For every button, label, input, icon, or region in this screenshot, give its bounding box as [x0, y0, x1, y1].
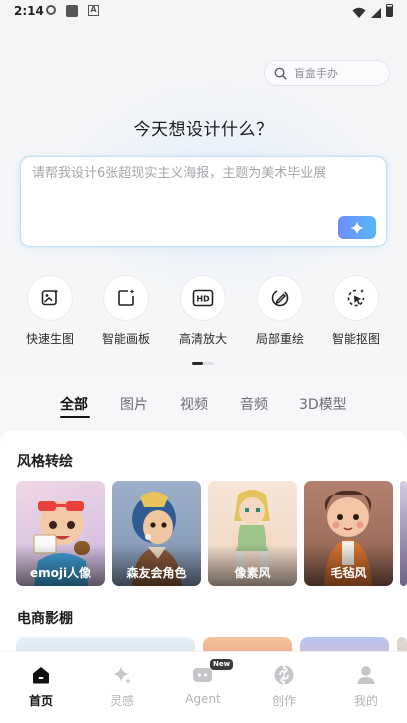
next-card-image	[400, 481, 407, 586]
tool-label: 智能抠图	[331, 332, 380, 346]
generate-button[interactable]	[338, 216, 376, 239]
style-card-caption: 森友会角色	[126, 566, 187, 580]
tool-quick-image[interactable]: 快速生图	[15, 275, 85, 347]
prompt-input[interactable]	[32, 165, 372, 215]
style-card-caption: emoji人像	[29, 566, 92, 580]
style-card-caption: 毛毡风	[330, 566, 367, 580]
tool-row: 快速生图 智能画板 HD 高清放大 局部重绘 智能抠图	[0, 275, 407, 355]
nav-inspiration[interactable]: 灵感	[92, 664, 152, 709]
inspiration-icon	[111, 664, 133, 686]
style-card-peek[interactable]	[400, 481, 407, 586]
status-bar: 2:14 A	[0, 0, 407, 24]
style-card-pixel[interactable]: 像素风	[208, 481, 297, 586]
tool-label: 高清放大	[178, 332, 227, 346]
nav-agent[interactable]: New Agent	[173, 659, 234, 706]
nav-label: 创作	[271, 694, 296, 708]
new-badge: New	[210, 659, 234, 670]
tab-video[interactable]: 视频	[180, 394, 208, 414]
nav-create[interactable]: 创作	[254, 664, 314, 709]
create-icon	[273, 664, 295, 686]
app-status-icon	[66, 5, 78, 17]
svg-text:HD: HD	[196, 295, 210, 304]
sparkle-icon	[350, 221, 364, 234]
tool-smart-cutout[interactable]: 智能抠图	[321, 275, 391, 347]
style-card-emoji[interactable]: emoji人像	[16, 481, 105, 586]
profile-icon	[355, 664, 377, 686]
tool-smart-canvas[interactable]: 智能画板	[91, 275, 161, 347]
nav-label: 首页	[28, 694, 53, 708]
smart-cutout-icon	[333, 275, 379, 321]
a-status-icon: A	[88, 5, 99, 16]
tool-label: 快速生图	[25, 332, 74, 346]
tab-image[interactable]: 图片	[120, 394, 148, 414]
style-card-animal-crossing[interactable]: 森友会角色	[112, 481, 201, 586]
tab-audio[interactable]: 音频	[240, 394, 268, 414]
battery-icon	[386, 4, 393, 17]
tab-all[interactable]: 全部	[60, 394, 88, 414]
nav-profile[interactable]: 我的	[336, 664, 396, 709]
page-headline: 今天想设计什么？	[133, 120, 274, 140]
nav-label: Agent	[185, 692, 221, 706]
agent-icon: New	[192, 659, 234, 686]
style-card-felt[interactable]: 毛毡风	[304, 481, 393, 586]
smart-canvas-icon	[103, 275, 149, 321]
status-time: 2:14	[14, 4, 44, 18]
search-icon	[274, 67, 287, 80]
style-card-caption: 像素风	[234, 566, 271, 580]
prompt-card	[20, 156, 387, 247]
active-tab-underline	[60, 416, 90, 418]
page-indicator-active	[192, 362, 203, 365]
tool-page-indicator	[192, 362, 214, 365]
tab-3d-model[interactable]: 3D模型	[299, 394, 347, 414]
local-redraw-icon	[257, 275, 303, 321]
search-input[interactable]	[294, 66, 384, 80]
tool-label: 智能画板	[101, 332, 150, 346]
tool-local-redraw[interactable]: 局部重绘	[245, 275, 315, 347]
section-title-ecommerce: 电商影棚	[17, 611, 73, 627]
quick-image-icon	[27, 275, 73, 321]
nav-label: 我的	[353, 694, 378, 708]
signal-icon	[370, 4, 382, 23]
wifi-icon	[352, 4, 366, 23]
search-box[interactable]	[264, 60, 390, 86]
nav-home[interactable]: 首页	[11, 664, 71, 709]
nav-label: 灵感	[109, 694, 134, 708]
tool-label: 局部重绘	[255, 332, 304, 346]
category-tabs: 全部 图片 视频 音频 3D模型	[0, 394, 407, 420]
content-panel: 风格转绘 emoji人像 森友会角色 像素风 毛毡风 电商影棚	[0, 431, 407, 671]
home-icon	[30, 664, 52, 686]
bottom-navigation: 首页 灵感 New Agent 创作 我的	[0, 651, 407, 723]
tool-hd-upscale[interactable]: HD 高清放大	[168, 275, 238, 347]
hd-upscale-icon: HD	[180, 275, 226, 321]
section-title-style-transfer: 风格转绘	[17, 454, 73, 470]
settings-status-icon	[46, 5, 56, 15]
